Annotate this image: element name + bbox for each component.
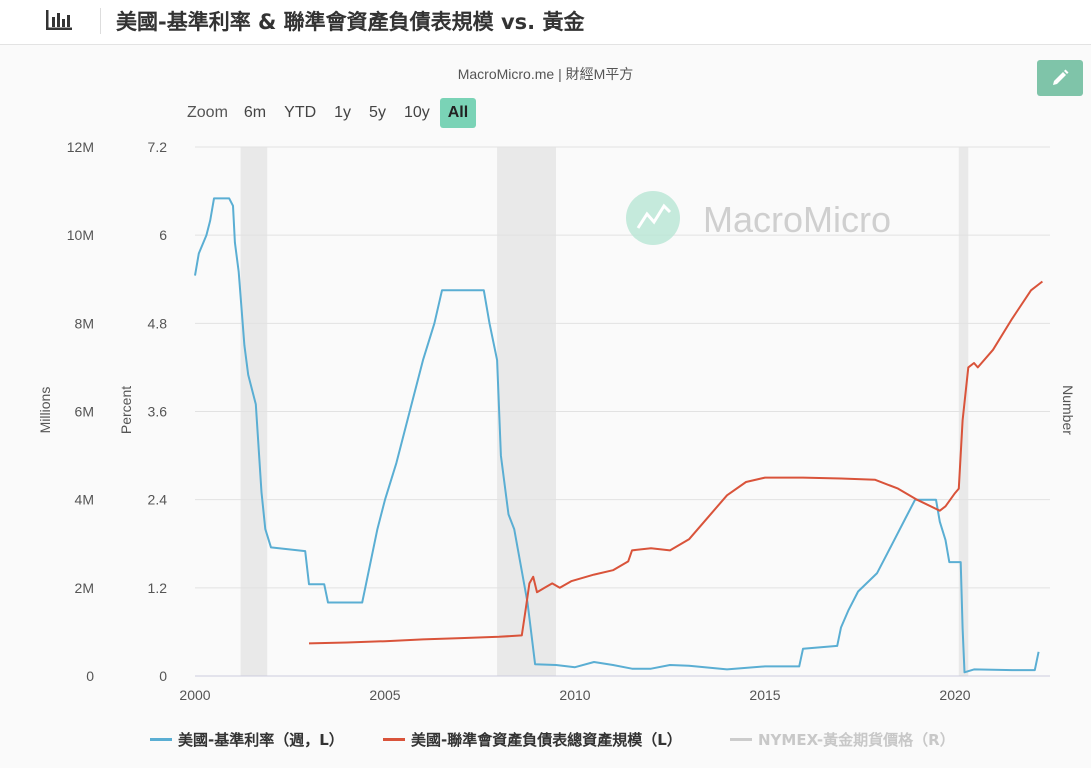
- x-tick-2000: 2000: [179, 687, 210, 703]
- y-tick-millions-6: 12M: [67, 139, 94, 155]
- watermark-text: MacroMicro: [703, 199, 891, 240]
- legend-label-gold: NYMEX-黃金期貨價格（R）: [758, 730, 955, 749]
- y-tick-percent-4: 4.8: [148, 315, 168, 331]
- y-tick-percent-5: 6: [159, 227, 167, 243]
- x-tick-2010: 2010: [559, 687, 590, 703]
- y-tick-millions-0: 0: [86, 668, 94, 684]
- y-tick-percent-1: 1.2: [148, 580, 168, 596]
- legend-item-balance-sheet[interactable]: 美國-聯準會資產負債表總資產規模（L）: [383, 729, 682, 750]
- y-tick-millions-4: 8M: [75, 315, 94, 331]
- y-tick-millions-1: 2M: [75, 580, 94, 596]
- y-tick-millions-2: 4M: [75, 492, 94, 508]
- legend-swatch-gold: [730, 737, 752, 741]
- chart-plot: MacroMicro 0 0 2M 1.2 4M 2.4 6M 3.6 8M 4.8 10M 6 12M…: [37, 139, 1076, 703]
- y-tick-percent-6: 7.2: [148, 139, 168, 155]
- legend-item-rate[interactable]: 美國-基準利率（週，L）: [150, 729, 344, 750]
- legend-swatch-rate: [150, 737, 172, 741]
- legend-item-gold[interactable]: NYMEX-黃金期貨價格（R）: [730, 729, 955, 750]
- series-line-balance-sheet: [308, 280, 1044, 645]
- legend-swatch-balance-sheet: [383, 737, 405, 741]
- legend-label-rate: 美國-基準利率（週，L）: [178, 730, 344, 749]
- y-tick-millions-3: 6M: [75, 404, 94, 420]
- x-tick-2005: 2005: [369, 687, 400, 703]
- y-tick-millions-5: 10M: [67, 227, 94, 243]
- watermark: MacroMicro: [626, 191, 891, 245]
- x-tick-2020: 2020: [939, 687, 970, 703]
- y-axis-title-percent: Percent: [118, 386, 134, 434]
- y-axis-title-number: Number: [1060, 385, 1076, 435]
- y-axis-title-millions: Millions: [37, 387, 53, 434]
- y-tick-percent-0: 0: [159, 668, 167, 684]
- legend-label-balance-sheet: 美國-聯準會資產負債表總資產規模（L）: [411, 730, 682, 749]
- y-tick-percent-2: 2.4: [148, 492, 168, 508]
- series-line-rate: [194, 197, 1040, 674]
- y-tick-percent-3: 3.6: [148, 404, 168, 420]
- x-tick-2015: 2015: [749, 687, 780, 703]
